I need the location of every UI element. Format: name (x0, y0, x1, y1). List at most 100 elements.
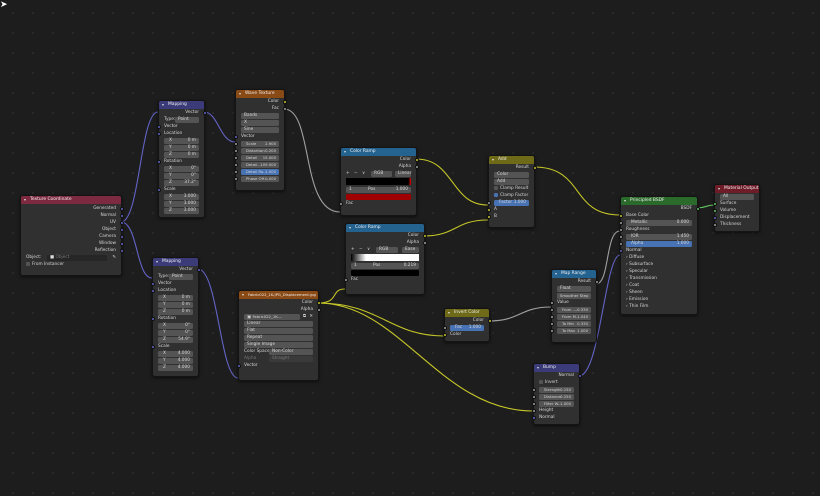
panel-subsurface[interactable]: › Subsurface (621, 261, 697, 268)
color-ramp-gradient[interactable] (351, 254, 419, 261)
blend-mode-dropdown[interactable]: Add (494, 178, 529, 185)
socket[interactable] (618, 234, 623, 239)
collapse-arrow-icon[interactable]: ▾ (718, 185, 720, 193)
interpolation-dropdown[interactable]: Ease (402, 246, 419, 253)
collapse-arrow-icon[interactable]: ▾ (349, 224, 351, 232)
rotation-y-field[interactable]: Y 0° (164, 172, 199, 179)
ramp-menu-button[interactable]: ∨ (367, 247, 370, 252)
socket[interactable] (618, 248, 623, 253)
mapping-node-2[interactable]: ▾ Mapping Vector Type: Point Vector Locati… (150, 257, 201, 377)
socket[interactable] (594, 279, 599, 284)
node-header[interactable]: ▾ Wave Texture (236, 90, 284, 98)
invert-row[interactable]: Invert (534, 379, 579, 386)
wave-type-dropdown[interactable]: Bands (241, 112, 279, 119)
socket[interactable] (233, 155, 238, 160)
socket[interactable] (487, 318, 492, 323)
panel-emission[interactable]: › Emission (621, 296, 697, 303)
node-header[interactable]: ▾ Color Ramp (341, 148, 416, 156)
node-header[interactable]: ▾ Principled BSDF (621, 197, 697, 205)
unlink-icon[interactable]: ✕ (309, 313, 313, 320)
alpha-mode-dropdown[interactable]: Straight (269, 355, 313, 362)
invert-color-node[interactable]: ▾ Invert Color Color Fac 1.000 Color (442, 308, 492, 342)
data-type-dropdown[interactable]: Float (557, 285, 591, 292)
detail-roughness-field[interactable]: Detail Ro... 1.000 (241, 168, 279, 175)
node-header[interactable]: ▾ Mapping (159, 101, 204, 109)
socket[interactable] (343, 277, 348, 282)
node-header[interactable]: ▾ Add (489, 156, 534, 164)
interpolation-dropdown[interactable]: Linear (244, 320, 313, 327)
ior-field[interactable]: IOR 1.450 (626, 233, 692, 240)
socket[interactable] (196, 267, 201, 272)
stop-color-swatch[interactable] (351, 269, 419, 276)
socket[interactable] (233, 141, 238, 146)
collapse-arrow-icon[interactable]: ▾ (555, 270, 557, 278)
type-dropdown[interactable]: Point (169, 273, 193, 280)
socket[interactable] (549, 321, 554, 326)
location-y-field[interactable]: Y0 m (164, 144, 199, 151)
type-dropdown[interactable]: Point (175, 116, 199, 123)
object-field[interactable]: ■ Object (47, 254, 107, 261)
from-max-field[interactable]: From M... 1.040 (557, 313, 591, 320)
rotation-y-field[interactable]: Y 0° (158, 329, 193, 336)
node-header[interactable]: ▾ Mapping (153, 258, 198, 266)
socket[interactable] (414, 157, 419, 162)
clamp-factor-row[interactable]: Clamp Factor (489, 192, 534, 199)
socket[interactable] (150, 281, 155, 286)
socket[interactable] (236, 363, 241, 368)
interpolation-dropdown[interactable]: Smoother Step (557, 292, 591, 299)
socket[interactable] (618, 213, 623, 218)
socket[interactable] (282, 99, 287, 104)
socket[interactable] (486, 214, 491, 219)
socket[interactable] (442, 325, 447, 330)
socket[interactable] (442, 332, 447, 337)
panel-sheen[interactable]: › Sheen (621, 289, 697, 296)
collapse-arrow-icon[interactable]: ▾ (448, 309, 450, 317)
socket[interactable] (486, 207, 491, 212)
distance-field[interactable]: Distance 0.250 (539, 393, 574, 400)
socket[interactable] (338, 201, 343, 206)
socket[interactable] (577, 373, 582, 378)
image-file-field[interactable]: ▣ Fabric022_1K-... (244, 313, 300, 320)
scale-x-field[interactable]: X 3.000 (164, 193, 199, 200)
from-instancer-row[interactable]: From Instancer (21, 261, 121, 268)
socket[interactable] (119, 220, 124, 225)
location-y-field[interactable]: Y0 m (158, 301, 193, 308)
collapse-arrow-icon[interactable]: ▾ (624, 197, 626, 205)
to-max-field[interactable]: To Max 1.000 (557, 327, 591, 334)
panel-diffuse[interactable]: › Diffuse (621, 254, 697, 261)
socket[interactable] (119, 213, 124, 218)
collapse-arrow-icon[interactable]: ▾ (344, 148, 346, 156)
collapse-arrow-icon[interactable]: ▾ (162, 101, 164, 109)
wave-texture-node[interactable]: ▾ Wave Texture Color Fac Bands X Sine Vec… (233, 89, 287, 191)
data-type-dropdown[interactable]: Color (494, 171, 529, 178)
socket[interactable] (316, 300, 321, 305)
rotation-x-field[interactable]: X 0° (158, 322, 193, 329)
rotation-z-field[interactable]: Z 37.2° (164, 179, 199, 186)
node-header[interactable]: ▾ Bump (534, 364, 579, 372)
collapse-arrow-icon[interactable]: ▾ (156, 258, 158, 266)
principled-bsdf-node[interactable]: ▾ Principled BSDF BSDF Base Color Metalli… (618, 196, 700, 315)
socket[interactable] (618, 227, 623, 232)
add-stop-button[interactable]: + (351, 247, 355, 252)
socket[interactable] (712, 215, 717, 220)
socket[interactable] (233, 134, 238, 139)
from-instancer-checkbox[interactable] (26, 261, 30, 266)
metallic-field[interactable]: Metallic 0.000 (626, 219, 692, 226)
socket[interactable] (316, 307, 321, 312)
clamp-factor-checkbox[interactable] (494, 192, 498, 197)
socket[interactable] (531, 394, 536, 399)
socket[interactable] (119, 206, 124, 211)
node-header[interactable]: ▾ Invert Color (445, 309, 489, 317)
scale-x-field[interactable]: X 4.000 (158, 350, 193, 357)
node-header[interactable]: ▾ Fabric022_1K-JPG_Displacement.jpg (239, 291, 318, 299)
scale-z-field[interactable]: Z 3.000 (164, 207, 199, 214)
location-x-field[interactable]: X0 m (164, 137, 199, 144)
color-mode-dropdown[interactable]: RGB (376, 246, 398, 253)
extension-dropdown[interactable]: Repeat (244, 334, 313, 341)
socket[interactable] (549, 314, 554, 319)
collapse-arrow-icon[interactable]: ▾ (492, 156, 494, 164)
socket[interactable] (422, 233, 427, 238)
mapping-node-1[interactable]: ▾ Mapping Vector Type: Point Vector Locati… (156, 100, 207, 218)
socket[interactable] (549, 328, 554, 333)
map-range-node[interactable]: ▾ Map Range Result Float Smoother Step Va… (549, 269, 599, 343)
